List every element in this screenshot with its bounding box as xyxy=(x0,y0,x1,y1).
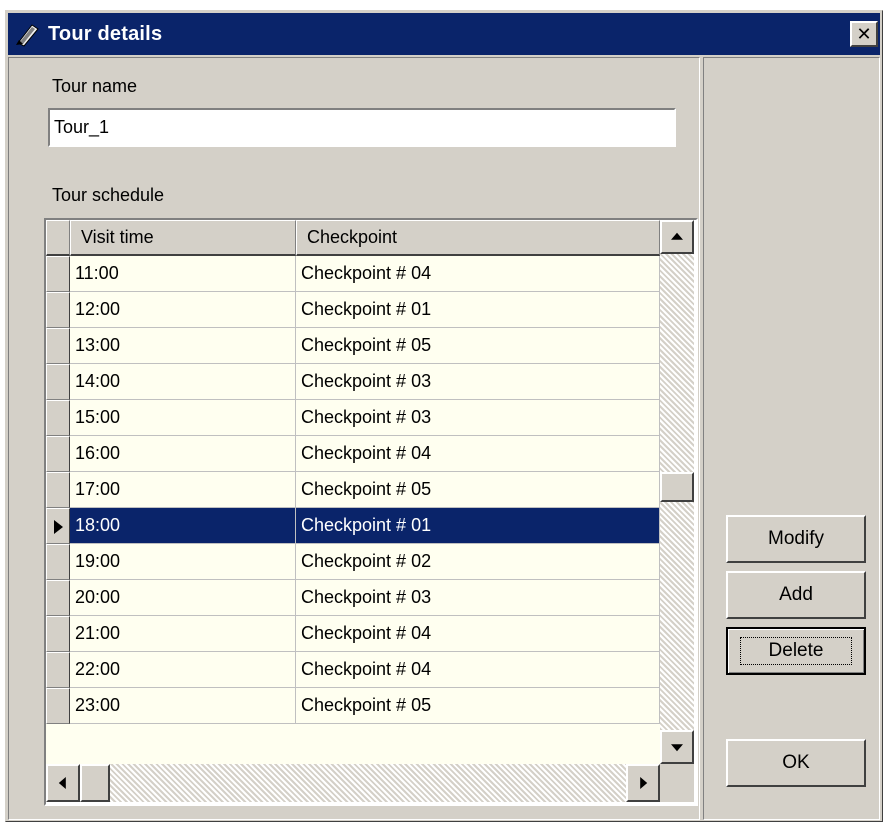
checkpoint-cell[interactable]: Checkpoint # 01 xyxy=(296,508,660,544)
schedule-grid[interactable]: Visit time Checkpoint 11:00 Checkpoint # … xyxy=(44,218,698,806)
table-row[interactable]: 15:00 Checkpoint # 03 xyxy=(46,400,660,436)
row-indicator[interactable] xyxy=(46,256,70,292)
add-button[interactable]: Add xyxy=(726,571,866,619)
title-bar: Tour details ✕ xyxy=(8,13,880,55)
window-title: Tour details xyxy=(48,22,163,45)
row-indicator[interactable] xyxy=(46,580,70,616)
tour-schedule-label: Tour schedule xyxy=(52,185,165,205)
checkpoint-cell[interactable]: Checkpoint # 05 xyxy=(296,328,660,364)
horizontal-scroll-thumb[interactable] xyxy=(80,764,110,802)
table-row[interactable]: 23:00 Checkpoint # 05 xyxy=(46,688,660,724)
row-indicator[interactable] xyxy=(46,544,70,580)
row-indicator[interactable] xyxy=(46,364,70,400)
tour-name-input[interactable] xyxy=(48,108,676,147)
scrollbar-corner xyxy=(660,764,694,802)
checkpoint-cell[interactable]: Checkpoint # 04 xyxy=(296,616,660,652)
visit-time-cell[interactable]: 19:00 xyxy=(70,544,296,580)
visit-time-cell[interactable]: 21:00 xyxy=(70,616,296,652)
table-row[interactable]: 12:00 Checkpoint # 01 xyxy=(46,292,660,328)
scroll-down-button[interactable] xyxy=(660,730,694,764)
table-row[interactable]: 20:00 Checkpoint # 03 xyxy=(46,580,660,616)
row-indicator[interactable] xyxy=(46,436,70,472)
horizontal-scrollbar[interactable] xyxy=(46,764,660,802)
checkpoint-cell[interactable]: Checkpoint # 03 xyxy=(296,400,660,436)
arrow-up-icon xyxy=(671,232,683,240)
table-row[interactable]: 13:00 Checkpoint # 05 xyxy=(46,328,660,364)
table-row[interactable]: 21:00 Checkpoint # 04 xyxy=(46,616,660,652)
table-row[interactable]: 22:00 Checkpoint # 04 xyxy=(46,652,660,688)
table-row[interactable]: 18:00 Checkpoint # 01 xyxy=(46,508,660,544)
arrow-left-icon xyxy=(58,777,66,789)
delete-button[interactable]: Delete xyxy=(726,627,866,675)
visit-time-cell[interactable]: 18:00 xyxy=(70,508,296,544)
checkpoint-cell[interactable]: Checkpoint # 04 xyxy=(296,256,660,292)
visit-time-cell[interactable]: 13:00 xyxy=(70,328,296,364)
checkpoint-cell[interactable]: Checkpoint # 01 xyxy=(296,292,660,328)
close-button[interactable]: ✕ xyxy=(850,21,878,47)
button-panel xyxy=(703,57,880,820)
vertical-scroll-thumb[interactable] xyxy=(660,472,694,502)
checkpoint-cell[interactable]: Checkpoint # 02 xyxy=(296,544,660,580)
visit-time-cell[interactable]: 16:00 xyxy=(70,436,296,472)
row-pointer-icon xyxy=(54,520,63,534)
visit-time-cell[interactable]: 14:00 xyxy=(70,364,296,400)
table-row[interactable]: 14:00 Checkpoint # 03 xyxy=(46,364,660,400)
scroll-up-button[interactable] xyxy=(660,220,694,254)
table-row[interactable]: 11:00 Checkpoint # 04 xyxy=(46,256,660,292)
column-header-visit-time[interactable]: Visit time xyxy=(70,220,296,256)
arrow-down-icon xyxy=(671,744,683,752)
visit-time-cell[interactable]: 12:00 xyxy=(70,292,296,328)
row-indicator[interactable] xyxy=(46,616,70,652)
row-indicator[interactable] xyxy=(46,472,70,508)
checkpoint-cell[interactable]: Checkpoint # 05 xyxy=(296,688,660,724)
row-indicator[interactable] xyxy=(46,292,70,328)
visit-time-cell[interactable]: 11:00 xyxy=(70,256,296,292)
grid-body: Visit time Checkpoint 11:00 Checkpoint # … xyxy=(46,220,660,764)
column-header-checkpoint[interactable]: Checkpoint xyxy=(296,220,660,256)
checkpoint-cell[interactable]: Checkpoint # 05 xyxy=(296,472,660,508)
delete-button-label: Delete xyxy=(739,637,853,665)
row-indicator[interactable] xyxy=(46,652,70,688)
tour-app-icon xyxy=(14,21,40,47)
visit-time-cell[interactable]: 22:00 xyxy=(70,652,296,688)
modify-button[interactable]: Modify xyxy=(726,515,866,563)
scroll-right-button[interactable] xyxy=(626,764,660,802)
scroll-left-button[interactable] xyxy=(46,764,80,802)
checkpoint-cell[interactable]: Checkpoint # 04 xyxy=(296,436,660,472)
table-row[interactable]: 16:00 Checkpoint # 04 xyxy=(46,436,660,472)
row-indicator[interactable] xyxy=(46,688,70,724)
checkpoint-cell[interactable]: Checkpoint # 04 xyxy=(296,652,660,688)
row-indicator[interactable] xyxy=(46,328,70,364)
checkpoint-cell[interactable]: Checkpoint # 03 xyxy=(296,364,660,400)
close-icon: ✕ xyxy=(856,24,872,44)
row-indicator[interactable] xyxy=(46,400,70,436)
table-row[interactable]: 19:00 Checkpoint # 02 xyxy=(46,544,660,580)
table-row[interactable]: 17:00 Checkpoint # 05 xyxy=(46,472,660,508)
visit-time-cell[interactable]: 20:00 xyxy=(70,580,296,616)
checkpoint-cell[interactable]: Checkpoint # 03 xyxy=(296,580,660,616)
vertical-scrollbar[interactable] xyxy=(660,220,694,764)
visit-time-cell[interactable]: 23:00 xyxy=(70,688,296,724)
arrow-right-icon xyxy=(640,777,648,789)
visit-time-cell[interactable]: 15:00 xyxy=(70,400,296,436)
grid-corner-header xyxy=(46,220,70,256)
tour-name-label: Tour name xyxy=(52,76,138,96)
ok-button[interactable]: OK xyxy=(726,739,866,787)
visit-time-cell[interactable]: 17:00 xyxy=(70,472,296,508)
tour-details-dialog: Tour details ✕ Tour name Tour schedule V… xyxy=(5,10,883,822)
row-indicator[interactable] xyxy=(46,508,70,544)
